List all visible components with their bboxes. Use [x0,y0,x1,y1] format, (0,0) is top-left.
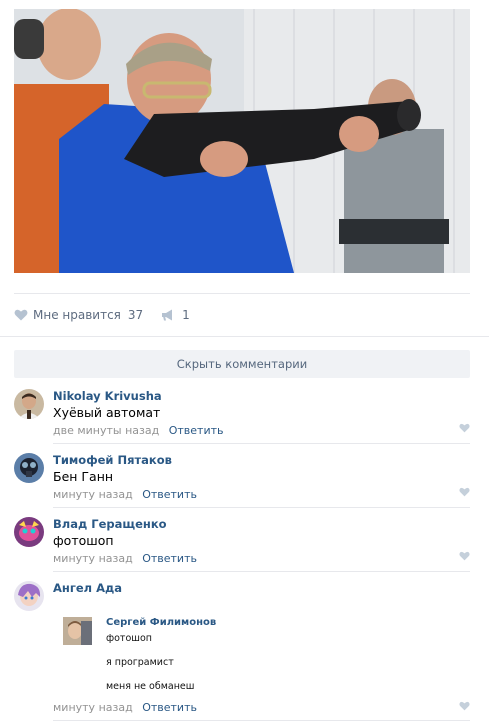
hide-comments-button[interactable]: Скрыть комментарии [14,350,470,378]
avatar[interactable] [14,517,44,547]
comment-author[interactable]: Тимофей Пятаков [53,453,470,467]
comment-divider [53,720,470,721]
comment-body: Влад Геращенко фотошоп минуту назад Отве… [53,517,470,566]
avatar[interactable] [14,453,44,483]
comment-time[interactable]: минуту назад [53,488,133,501]
post-divider [14,293,470,294]
comment-meta: две минуты назад Ответить [53,424,470,438]
avatar-image [14,581,44,611]
comment-text: Бен Ганн [53,469,114,484]
like-label: Мне нравится [33,308,121,322]
comment-divider [53,507,470,508]
comment-author[interactable]: Nikolay Krivusha [53,389,470,403]
comment-author[interactable]: Ангел Ада [53,581,470,595]
comment-author[interactable]: Влад Геращенко [53,517,470,531]
avatar[interactable] [14,389,44,419]
quoted-line: фотошоп [106,633,152,644]
comment-body: Тимофей Пятаков Бен Ганн минуту назад От… [53,453,470,502]
comment-divider [53,571,470,572]
actions-divider [0,336,489,337]
heart-icon[interactable] [459,423,470,433]
post-actions: Мне нравится 37 1 [14,305,190,325]
quoted-avatar [63,617,92,645]
comment-meta: минуту назад Ответить [53,552,470,566]
avatar-image [14,517,44,547]
comment-text: фотошоп [53,533,114,548]
repost-count: 1 [182,308,190,322]
heart-icon [14,309,28,321]
like-count: 37 [127,308,144,322]
quoted-avatar-image [63,617,92,645]
heart-icon[interactable] [459,487,470,497]
reply-link[interactable]: Ответить [142,701,197,714]
megaphone-icon [162,309,173,321]
quoted-author: Сергей Филимонов [106,617,217,628]
comment-time[interactable]: минуту назад [53,701,133,714]
comment-meta: минуту назад Ответить [53,701,197,715]
reply-link[interactable]: Ответить [169,424,224,437]
comment-meta: минуту назад Ответить [53,488,470,502]
avatar[interactable] [14,581,44,611]
heart-icon[interactable] [459,551,470,561]
comment: Ангел Ада Сергей Филимонов фотошоп я про… [14,581,470,717]
comment: Тимофей Пятаков Бен Ганн минуту назад От… [14,453,470,507]
post-photo-illustration [14,9,470,273]
avatar-image [14,389,44,419]
comment-divider [53,443,470,444]
quoted-line: я програмист [106,657,174,668]
comment-body: Ангел Ада [53,581,470,595]
reply-link[interactable]: Ответить [142,488,197,501]
reply-link[interactable]: Ответить [142,552,197,565]
like-button[interactable]: Мне нравится 37 [14,308,143,322]
post-photo[interactable] [14,9,470,273]
quoted-line: меня не обманеш [106,681,195,692]
avatar-image [14,453,44,483]
comment-text: Хуёвый автомат [53,405,161,420]
comment: Влад Геращенко фотошоп минуту назад Отве… [14,517,470,571]
comment: Nikolay Krivusha Хуёвый автомат две мину… [14,389,470,443]
comment-body: Nikolay Krivusha Хуёвый автомат две мину… [53,389,470,438]
comment-time[interactable]: две минуты назад [53,424,159,437]
heart-icon[interactable] [459,701,470,711]
repost-button[interactable]: 1 [161,308,190,322]
comment-time[interactable]: минуту назад [53,552,133,565]
